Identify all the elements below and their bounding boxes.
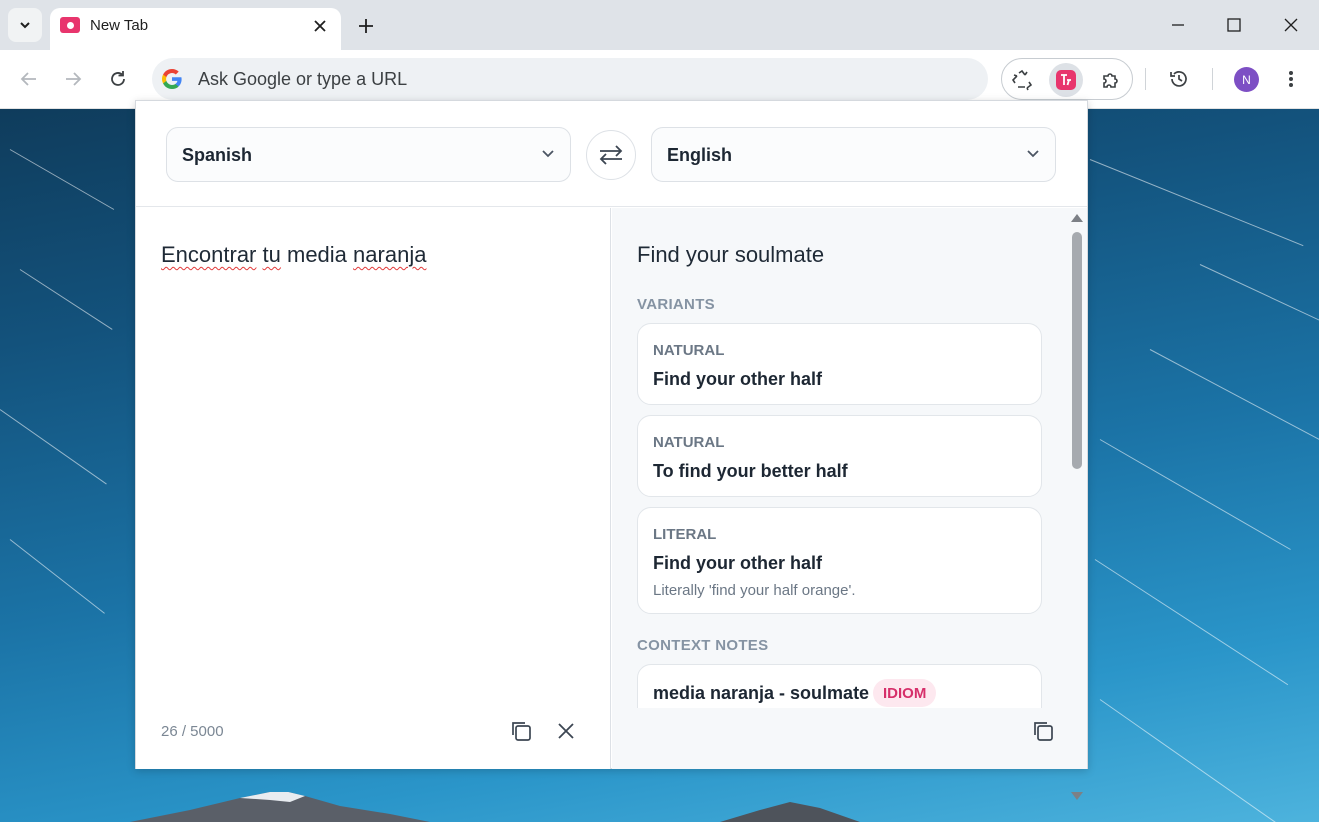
- new-tab-button[interactable]: [352, 12, 380, 40]
- chevron-down-icon: [20, 22, 30, 29]
- translator-extension-button[interactable]: [1049, 63, 1083, 97]
- translation-output: Find your soulmate: [637, 242, 825, 267]
- google-g-icon: [162, 69, 182, 89]
- source-word: media: [287, 242, 347, 267]
- language-bar: Spanish English: [136, 101, 1087, 207]
- variant-card[interactable]: NATURAL To find your better half: [637, 415, 1042, 497]
- recycle-icon: [1011, 69, 1033, 91]
- context-note-term: media naranja - soulmate: [653, 683, 870, 703]
- target-language-select[interactable]: English: [651, 127, 1056, 182]
- close-icon: [314, 20, 326, 32]
- profile-avatar[interactable]: N: [1234, 67, 1259, 92]
- copy-source-button[interactable]: [508, 718, 534, 744]
- swap-icon: [599, 145, 623, 165]
- tab-favicon-icon: [60, 17, 80, 33]
- back-button[interactable]: [14, 64, 44, 94]
- mountain-right: [720, 802, 860, 822]
- minimize-button[interactable]: [1163, 10, 1193, 40]
- chevron-down-icon: [1027, 150, 1039, 158]
- source-word: Encontrar: [161, 242, 257, 267]
- context-notes-heading: CONTEXT NOTES: [637, 637, 769, 654]
- target-language-label: English: [667, 145, 733, 165]
- clear-icon: [558, 723, 574, 739]
- history-button[interactable]: [1164, 64, 1194, 94]
- maximize-icon: [1227, 18, 1241, 32]
- translator-popup: Spanish English Encontrar tu media naran…: [135, 100, 1088, 800]
- close-icon: [1284, 18, 1298, 32]
- variant-text: Find your other half: [653, 553, 822, 573]
- toolbar-separator: [1145, 68, 1146, 90]
- tab-strip: New Tab: [0, 0, 1319, 50]
- variants-heading: VARIANTS: [637, 296, 715, 313]
- toolbar-separator: [1212, 68, 1213, 90]
- source-language-label: Spanish: [182, 145, 253, 165]
- variant-text: To find your better half: [653, 461, 848, 481]
- extensions-button[interactable]: [1094, 63, 1128, 97]
- variant-kind: NATURAL: [653, 434, 725, 451]
- maximize-button[interactable]: [1219, 10, 1249, 40]
- reload-icon: [111, 71, 125, 86]
- source-text-input[interactable]: Encontrar tu media naranja: [161, 242, 426, 268]
- character-counter: 26 / 5000: [161, 723, 224, 740]
- omnibox[interactable]: Ask Google or type a URL: [152, 58, 988, 100]
- kebab-menu-icon: [1289, 71, 1293, 87]
- chevron-down-icon: [542, 150, 554, 158]
- forward-button[interactable]: [58, 64, 88, 94]
- variant-note: Literally 'find your half orange'.: [653, 582, 856, 599]
- variant-kind: LITERAL: [653, 526, 717, 543]
- tab-new-tab[interactable]: New Tab: [50, 8, 341, 50]
- translation-scrollbar[interactable]: [1068, 208, 1086, 800]
- mountain-left: [130, 792, 430, 822]
- arrow-left-icon: [20, 72, 36, 86]
- copy-translation-button[interactable]: [1030, 718, 1056, 744]
- translation-pane: Find your soulmate VARIANTS NATURAL Find…: [612, 208, 1087, 769]
- reload-button[interactable]: [103, 64, 133, 94]
- source-language-select[interactable]: Spanish: [166, 127, 571, 182]
- window-close-button[interactable]: [1276, 10, 1306, 40]
- scroll-down-arrow-icon[interactable]: [1071, 792, 1083, 800]
- copy-icon: [512, 722, 531, 741]
- variant-card[interactable]: NATURAL Find your other half: [637, 323, 1042, 405]
- recycle-extension-button[interactable]: [1005, 63, 1039, 97]
- browser-menu-button[interactable]: [1276, 64, 1306, 94]
- plus-icon: [359, 19, 373, 33]
- source-word: tu: [262, 242, 281, 267]
- arrow-right-icon: [66, 72, 82, 86]
- variant-text: Find your other half: [653, 369, 822, 389]
- idiom-badge: IDIOM: [873, 679, 937, 707]
- source-pane: Encontrar tu media naranja 26 / 5000: [136, 208, 611, 769]
- scroll-up-arrow-icon[interactable]: [1071, 214, 1083, 222]
- translator-extension-icon: [1056, 70, 1076, 90]
- variant-kind: NATURAL: [653, 342, 725, 359]
- variant-card[interactable]: LITERAL Find your other half Literally '…: [637, 507, 1042, 614]
- copy-icon: [1034, 722, 1053, 741]
- swap-languages-button[interactable]: [586, 130, 636, 180]
- tab-close-button[interactable]: [309, 15, 331, 37]
- minimize-icon: [1172, 24, 1184, 26]
- tab-search-button[interactable]: [8, 8, 42, 42]
- extensions-group: [1001, 58, 1133, 100]
- source-word: naranja: [353, 242, 427, 267]
- tab-title: New Tab: [90, 17, 149, 34]
- omnibox-placeholder: Ask Google or type a URL: [198, 69, 408, 89]
- history-icon: [1170, 71, 1187, 87]
- puzzle-icon: [1103, 73, 1118, 88]
- translation-footer: [612, 708, 1072, 769]
- scrollbar-thumb[interactable]: [1072, 232, 1082, 469]
- clear-source-button[interactable]: [553, 718, 579, 744]
